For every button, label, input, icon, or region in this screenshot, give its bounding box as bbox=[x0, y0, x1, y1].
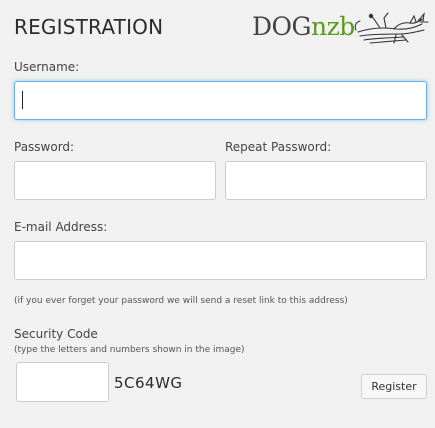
email-input[interactable] bbox=[14, 241, 427, 280]
security-code-label: Security Code bbox=[14, 327, 98, 341]
email-hint: (if you ever forget your password we wil… bbox=[14, 296, 348, 306]
repeat-password-label: Repeat Password: bbox=[225, 140, 332, 154]
password-label: Password: bbox=[14, 140, 75, 154]
captcha-image: 5C64WG bbox=[114, 374, 183, 392]
security-code-input[interactable] bbox=[16, 362, 109, 402]
logo-nzb-text: nzb bbox=[311, 12, 355, 41]
security-code-hint: (type the letters and numbers shown in t… bbox=[14, 345, 245, 355]
running-dog-icon bbox=[354, 12, 429, 44]
dognzb-logo[interactable]: DOGnzb bbox=[252, 8, 430, 48]
email-label: E-mail Address: bbox=[14, 220, 108, 234]
password-input[interactable] bbox=[14, 161, 216, 200]
ball-icon bbox=[368, 13, 374, 19]
logo-dog-text: DOG bbox=[252, 12, 312, 41]
register-button[interactable]: Register bbox=[361, 374, 427, 399]
page-title: REGISTRATION bbox=[14, 15, 164, 39]
username-label: Username: bbox=[14, 60, 80, 74]
repeat-password-input[interactable] bbox=[225, 161, 427, 200]
logo-wordmark: DOGnzb bbox=[252, 12, 355, 41]
text-cursor bbox=[22, 91, 23, 109]
username-input[interactable] bbox=[14, 81, 427, 120]
